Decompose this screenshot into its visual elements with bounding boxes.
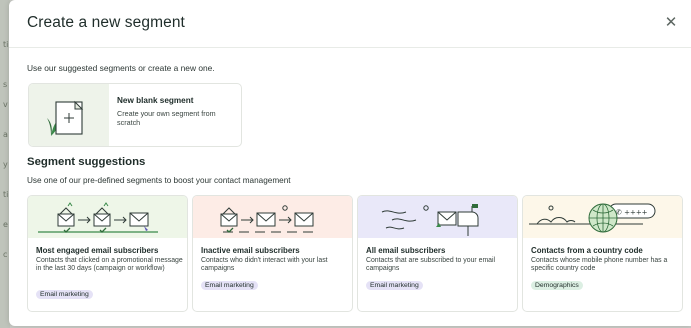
- header-divider: [9, 47, 691, 48]
- tag-email-marketing: Email marketing: [201, 281, 258, 290]
- globe-phone-icon: ✆ ++++: [523, 196, 682, 238]
- card-title: Contacts from a country code: [531, 246, 643, 255]
- card-description: Contacts who didn't interact with your l…: [201, 257, 328, 273]
- card-description: Contacts whose mobile phone number has a…: [531, 257, 668, 273]
- card-title: Inactive email subscribers: [201, 246, 300, 255]
- mailbox-icon: [358, 196, 517, 238]
- intro-text: Use our suggested segments or create a n…: [27, 63, 215, 73]
- modal-title: Create a new segment: [27, 14, 185, 31]
- new-blank-segment-card[interactable]: New blank segment Create your own segmen…: [28, 83, 242, 147]
- create-segment-modal: Create a new segment ✕ Use our suggested…: [9, 0, 691, 326]
- card-title: All email subscribers: [366, 246, 446, 255]
- card-title: Most engaged email subscribers: [36, 246, 159, 255]
- close-icon[interactable]: ✕: [663, 13, 679, 31]
- suggestion-card-most-engaged[interactable]: Most engaged email subscribers Contacts …: [27, 195, 188, 312]
- card-description: Contacts that clicked on a promotional m…: [36, 257, 183, 273]
- tag-demographics: Demographics: [531, 281, 583, 290]
- card-description: Contacts that are subscribed to your ema…: [366, 257, 496, 273]
- new-document-plus-icon: [29, 84, 109, 146]
- blank-segment-title: New blank segment: [117, 96, 194, 105]
- segment-suggestions-subtitle: Use one of our pre-defined segments to b…: [27, 176, 291, 185]
- suggestion-cards: Most engaged email subscribers Contacts …: [27, 195, 683, 312]
- suggestion-card-inactive[interactable]: Inactive email subscribers Contacts who …: [192, 195, 353, 312]
- svg-text:✆ ++++: ✆ ++++: [616, 209, 648, 217]
- tag-email-marketing: Email marketing: [366, 281, 423, 290]
- suggestion-card-country-code[interactable]: ✆ ++++ Contacts from a country code Cont…: [522, 195, 683, 312]
- tag-email-marketing: Email marketing: [36, 290, 93, 299]
- suggestion-card-all-subscribers[interactable]: All email subscribers Contacts that are …: [357, 195, 518, 312]
- inactive-emails-icon: [193, 196, 352, 238]
- blank-segment-description: Create your own segment from scratch: [117, 109, 216, 127]
- segment-suggestions-title: Segment suggestions: [27, 156, 146, 168]
- engaged-emails-icon: [28, 196, 187, 238]
